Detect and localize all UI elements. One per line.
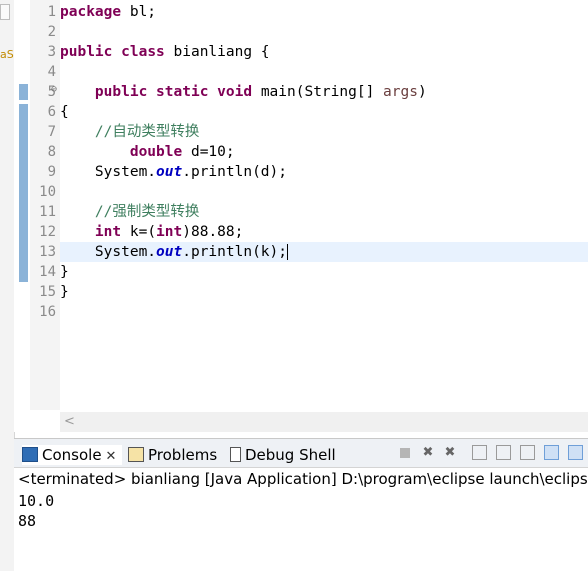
code-line[interactable]: } [60, 262, 69, 282]
code-token: double [129, 144, 183, 160]
line-number: 12 [39, 224, 56, 240]
code-token: } [60, 284, 69, 300]
code-token: d=10; [182, 144, 235, 160]
code-token: class [121, 44, 165, 60]
tab-console-label: Console [42, 446, 102, 464]
change-marker [19, 84, 28, 100]
code-line[interactable]: } [60, 282, 69, 302]
line-number: 16 [39, 304, 56, 320]
code-editor[interactable]: 1 2 3 4 5 6 7 8 9 10 11 12 13 14 15 16 ⊖ package bl; pub… [14, 0, 588, 432]
change-marker [19, 104, 28, 282]
tab-debug-shell-label: Debug Shell [245, 446, 336, 464]
tab-debug-shell[interactable]: Debug Shell [230, 445, 336, 465]
terminate-icon[interactable] [400, 448, 410, 458]
line-number: 14 [39, 264, 56, 280]
code-token: static [156, 84, 209, 100]
text-cursor [287, 244, 288, 260]
fold-toggle-icon[interactable]: ⊖ [51, 84, 57, 95]
code-line[interactable]: System.out.println(d); [60, 162, 287, 182]
left-panel-edge: aS [0, 0, 15, 571]
code-token: out [156, 244, 183, 260]
code-token: bianliang { [164, 44, 270, 60]
code-line[interactable]: public class bianliang { [60, 42, 270, 62]
code-line[interactable]: public static void main(String[] args) [60, 82, 427, 102]
word-wrap-icon[interactable] [520, 445, 535, 460]
line-number: 15 [39, 284, 56, 300]
change-ruler [14, 0, 30, 410]
tab-problems[interactable]: Problems [128, 445, 217, 465]
code-token: System. [60, 164, 157, 180]
code-token: int [94, 224, 122, 240]
code-area[interactable]: package bl; public class bianliang { publ… [60, 0, 588, 410]
code-token: public [94, 84, 148, 100]
code-token: { [60, 104, 69, 120]
line-number: 8 [47, 144, 56, 160]
line-number: 6 [47, 104, 56, 120]
line-number: 9 [47, 164, 56, 180]
code-line[interactable]: int k=(int)88.88; [60, 222, 243, 242]
code-token: package [60, 4, 122, 20]
code-token: void [217, 84, 253, 100]
current-code-line[interactable]: System.out.println(k); [60, 242, 588, 262]
line-number: 7 [47, 124, 56, 140]
console-tab-bar: Console ✕ Problems Debug Shell ✖ ✖ [14, 439, 588, 468]
line-number: 1 [47, 4, 56, 20]
code-line[interactable]: //自动类型转换 [60, 122, 199, 142]
code-token: System. [60, 244, 157, 260]
code-token: args [383, 84, 418, 100]
console-output-line: 10.0 [18, 492, 55, 510]
code-line[interactable]: { [60, 102, 69, 122]
line-number: 3 [47, 44, 56, 60]
code-token: main(String[] [252, 84, 384, 100]
clear-console-icon[interactable] [472, 445, 487, 460]
console-output-line: 88 [18, 512, 37, 530]
tab-console[interactable]: Console ✕ [22, 445, 122, 465]
line-number: 13 [39, 244, 56, 260]
code-token: .println(k); [182, 244, 287, 260]
collapsed-view-tab[interactable] [0, 4, 10, 20]
code-token: ) [417, 84, 427, 100]
horizontal-scrollbar[interactable]: < [60, 412, 588, 432]
console-view: Console ✕ Problems Debug Shell ✖ ✖ <termi… [14, 438, 588, 572]
code-token: .println(d); [182, 164, 287, 180]
code-line[interactable]: //强制类型转换 [60, 202, 199, 222]
line-number: 2 [47, 24, 56, 40]
scroll-lock-icon[interactable] [496, 445, 511, 460]
code-token: out [156, 164, 183, 180]
line-number-ruler: 1 2 3 4 5 6 7 8 9 10 11 12 13 14 15 16 [30, 0, 60, 410]
line-number: 11 [39, 204, 56, 220]
show-on-stderr-icon[interactable] [568, 445, 583, 460]
code-token: } [60, 264, 69, 280]
code-token: )88.88; [182, 224, 244, 240]
code-token: //强制类型转换 [94, 204, 200, 220]
scroll-left-icon[interactable]: < [64, 414, 75, 429]
code-token: int [156, 224, 183, 240]
line-number: 4 [47, 64, 56, 80]
code-line[interactable]: double d=10; [60, 142, 235, 162]
code-token: bl; [121, 4, 157, 20]
console-status: <terminated> bianliang [Java Application… [18, 470, 588, 488]
problems-icon [128, 447, 144, 462]
code-token: public [60, 44, 113, 60]
left-panel-fragment-text: aS [0, 48, 14, 61]
line-number: 10 [39, 184, 56, 200]
remove-all-terminated-icon[interactable]: ✖ [442, 445, 458, 461]
close-icon[interactable]: ✕ [106, 449, 117, 464]
remove-launch-icon[interactable]: ✖ [420, 445, 436, 461]
show-on-stdout-icon[interactable] [544, 445, 559, 460]
tab-problems-label: Problems [148, 446, 218, 464]
debug-shell-icon [230, 447, 241, 462]
console-icon [22, 447, 38, 462]
code-token: //自动类型转换 [94, 124, 200, 140]
code-line[interactable]: package bl; [60, 2, 156, 22]
code-token: k=( [121, 224, 157, 240]
